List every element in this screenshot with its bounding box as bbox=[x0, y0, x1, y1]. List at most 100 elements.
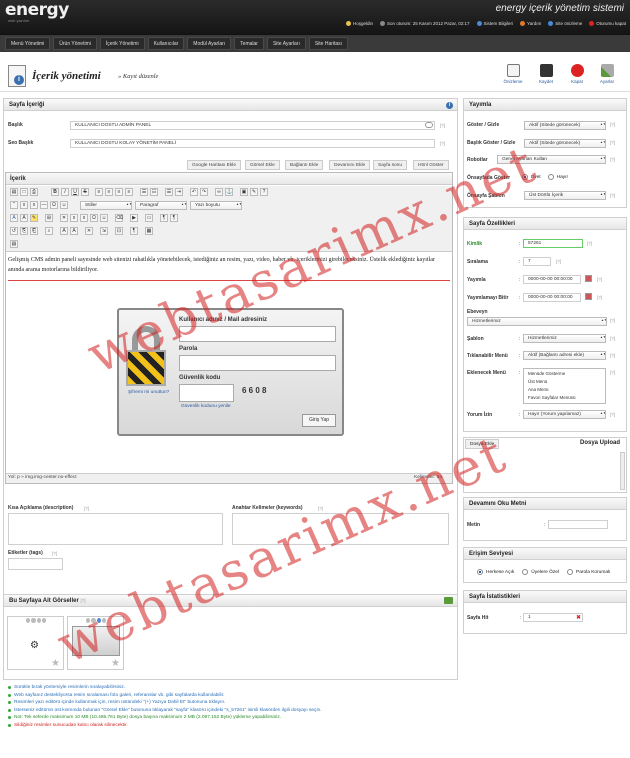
end-date-input[interactable]: 0000-00-00 00:00:00 bbox=[523, 293, 581, 302]
help-mark[interactable]: [?] bbox=[597, 295, 602, 300]
clickable-menu-select[interactable]: Aktif (Bağlantı adresi ekle) bbox=[523, 351, 606, 360]
styles-select[interactable]: Stiller bbox=[80, 201, 132, 210]
forgot-password-link[interactable]: Şifremi mi unuttun? bbox=[128, 390, 169, 395]
visual-icon[interactable]: ▦ bbox=[145, 227, 153, 235]
pagebreak-icon[interactable]: ⇲ bbox=[100, 227, 108, 235]
remove-format-icon[interactable]: ✕ bbox=[60, 214, 68, 222]
ltr-icon[interactable]: ¶ bbox=[160, 214, 168, 222]
pilcrow-icon[interactable]: ¶ bbox=[130, 227, 138, 235]
radio-public[interactable] bbox=[477, 569, 483, 575]
subscript-icon[interactable]: x bbox=[20, 201, 28, 209]
hit-input[interactable]: 1 bbox=[523, 613, 583, 622]
radio-no[interactable] bbox=[547, 174, 554, 180]
table-icon[interactable]: ⊞ bbox=[45, 214, 53, 222]
seo-title-input[interactable]: KULLANICI DOSTU KOLAY YÖNETİM PANELİ bbox=[70, 139, 435, 148]
radio-yes[interactable] bbox=[522, 174, 528, 180]
keywords-textarea[interactable] bbox=[232, 513, 449, 545]
char-icon[interactable]: Ω bbox=[50, 201, 58, 209]
highlight-icon[interactable]: ✎ bbox=[30, 214, 38, 222]
system-info-link[interactable]: Sistem Bilgileri bbox=[476, 21, 513, 26]
template-select[interactable]: Hizmetlerimiz bbox=[523, 334, 606, 343]
nav-themes[interactable]: Temalar bbox=[234, 37, 264, 50]
format-select[interactable]: Paragraf bbox=[135, 201, 187, 210]
abbr-icon[interactable]: A bbox=[60, 227, 68, 235]
superscript-icon[interactable]: x bbox=[30, 201, 38, 209]
italic-icon[interactable]: I bbox=[61, 188, 69, 196]
add-file-tab[interactable]: Dosya Ekle bbox=[465, 439, 500, 449]
menu-option[interactable]: Favori Sayfalar Menüsü bbox=[528, 394, 601, 402]
omega-icon[interactable]: Ω bbox=[90, 214, 98, 222]
security-code-input[interactable] bbox=[179, 384, 234, 402]
help-mark[interactable]: [?] bbox=[610, 412, 615, 417]
bold-icon[interactable]: B bbox=[51, 188, 59, 196]
eraser-icon[interactable]: ⌫ bbox=[115, 214, 123, 222]
rotate-icon[interactable]: ↺ bbox=[10, 227, 18, 235]
tab-add-image[interactable]: Görsel Ekle bbox=[245, 160, 280, 170]
calendar-icon[interactable] bbox=[585, 293, 592, 300]
save-button[interactable]: Kaydet bbox=[533, 64, 559, 84]
help-mark[interactable]: [?] bbox=[610, 157, 615, 162]
upload-scrollbar[interactable] bbox=[620, 452, 625, 490]
numbered-list-icon[interactable]: ☷ bbox=[150, 188, 158, 196]
close-button[interactable]: Kapat bbox=[564, 64, 590, 84]
add-image-icon[interactable] bbox=[444, 597, 453, 604]
copy-icon[interactable]: ⎘ bbox=[20, 227, 28, 235]
image-icon[interactable]: ▣ bbox=[240, 188, 248, 196]
text-color-icon[interactable]: A bbox=[20, 214, 28, 222]
nav-menu[interactable]: Menü Yönetimi bbox=[5, 37, 51, 50]
editor-text[interactable]: Gelişmiş CMS admin paneli sayesinde web … bbox=[8, 255, 448, 275]
link-icon[interactable] bbox=[425, 122, 433, 128]
star-icon[interactable]: ★ bbox=[51, 658, 60, 669]
nav-content[interactable]: İçerik Yönetimi bbox=[99, 37, 145, 50]
radio-members[interactable] bbox=[522, 569, 529, 575]
find-icon[interactable]: ⌕ bbox=[45, 227, 53, 235]
align-left-icon[interactable]: ≡ bbox=[95, 188, 103, 196]
undo-icon[interactable]: ↶ bbox=[190, 188, 198, 196]
info-icon[interactable] bbox=[41, 618, 46, 623]
anchor-icon[interactable]: ⚓ bbox=[225, 188, 233, 196]
media-icon[interactable]: ▶ bbox=[130, 214, 138, 222]
tags-input[interactable] bbox=[8, 558, 63, 570]
star-icon[interactable]: ★ bbox=[111, 658, 120, 669]
template-icon[interactable]: ▤ bbox=[10, 240, 18, 248]
help-mark[interactable]: [?] bbox=[597, 277, 602, 282]
radio-password[interactable] bbox=[567, 569, 573, 575]
help-mark[interactable]: [?] bbox=[610, 193, 615, 198]
nav-products[interactable]: Ürün Yönetimi bbox=[53, 37, 97, 50]
help-mark[interactable]: [?] bbox=[587, 241, 592, 246]
tab-add-link[interactable]: Bağlantı Ekle bbox=[285, 160, 324, 170]
calendar-icon[interactable] bbox=[585, 275, 592, 282]
id-input[interactable]: 57261 bbox=[523, 239, 583, 248]
title-visibility-select[interactable]: Aktif (Sitede görünecek) bbox=[524, 139, 606, 148]
align-right-icon[interactable]: ≡ bbox=[115, 188, 123, 196]
site-preview-link[interactable]: Site önizleme bbox=[548, 21, 582, 26]
sup-icon[interactable]: x bbox=[80, 214, 88, 222]
visibility-select[interactable]: Aktif (Sitede görünecek) bbox=[524, 121, 606, 130]
insert-icon[interactable] bbox=[36, 618, 41, 623]
new-doc-icon[interactable]: □ bbox=[20, 188, 28, 196]
order-stepper[interactable]: 7 bbox=[523, 257, 551, 266]
menu-listbox[interactable]: Menüde Gösterme Üst Menü Ana Menü Favori… bbox=[523, 368, 606, 404]
help-mark[interactable]: [?] bbox=[318, 506, 323, 511]
help-link[interactable]: Yardım bbox=[520, 21, 541, 26]
hr-icon[interactable]: — bbox=[40, 201, 48, 209]
nav-sitemap[interactable]: Site Haritası bbox=[308, 37, 349, 50]
tab-html[interactable]: Html Göster bbox=[413, 160, 449, 170]
menu-option[interactable]: Ana Menü bbox=[528, 386, 601, 394]
print-icon[interactable]: ⎙ bbox=[30, 188, 38, 196]
nav-users[interactable]: Kullanıcılar bbox=[147, 37, 185, 50]
comment-select[interactable]: Hayır (Yorum yapılamaz) bbox=[523, 410, 606, 419]
emoji-icon[interactable]: ☺ bbox=[60, 201, 68, 209]
list-icon[interactable]: ☰ bbox=[140, 188, 148, 196]
help-mark[interactable]: [?] bbox=[556, 259, 561, 264]
settings-button[interactable]: Ayarlar bbox=[594, 64, 620, 84]
bullet-list-icon[interactable]: ☰ bbox=[165, 188, 173, 196]
help-mark[interactable]: [?] bbox=[84, 506, 89, 511]
menu-option[interactable]: Üst Menü bbox=[528, 378, 601, 386]
logout-link[interactable]: Oturumu kapat bbox=[589, 21, 626, 26]
smile-icon[interactable]: ☺ bbox=[100, 214, 108, 222]
front-page-radio[interactable]: Evet Hayır bbox=[522, 174, 568, 180]
delete-icon[interactable] bbox=[26, 618, 31, 623]
title-input[interactable]: KULLANICI DOSTU ADMİN PANEL bbox=[70, 121, 435, 130]
del-icon[interactable]: ✕ bbox=[85, 227, 93, 235]
